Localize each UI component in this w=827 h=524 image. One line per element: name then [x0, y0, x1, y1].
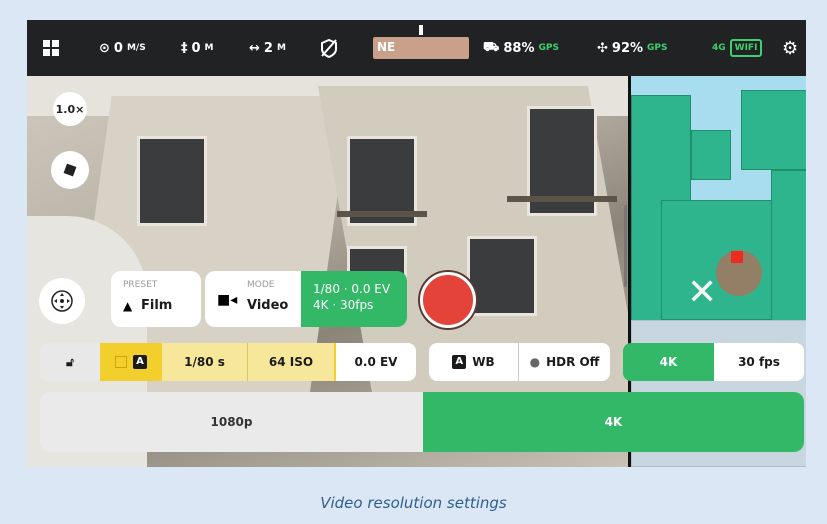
compass-strip: NE — [373, 25, 469, 59]
resolution-selector: 1080p 4K — [40, 392, 804, 452]
network-status: 4G WIFI — [712, 20, 763, 76]
top-status-bar: ⊙ 0M/S ‡ 0M ↔ 2M NE ⛟ 88% GPS ✣ 92% GPS — [27, 20, 806, 76]
drone-icon: ✕ — [687, 272, 718, 313]
resolution-setting[interactable]: 4K — [623, 343, 714, 381]
altitude-readout: ‡ 0M — [181, 40, 214, 56]
framerate-setting[interactable]: 30 fps — [714, 343, 804, 381]
gimbal-tilt-icon[interactable] — [51, 151, 89, 189]
preset-card[interactable]: PRESET ▲ Film — [111, 271, 201, 327]
controller-status: ⛟ 88% GPS — [483, 39, 559, 56]
record-button[interactable] — [420, 272, 476, 328]
shutter-setting[interactable]: 1/80 s — [162, 343, 248, 381]
panel-divider-handle[interactable] — [624, 205, 627, 287]
mode-card[interactable]: ■◂ MODE Video — [205, 271, 301, 327]
speed-readout: ⊙ 0 M/S — [99, 40, 146, 56]
distance-readout: ↔ 2M — [249, 40, 286, 56]
iso-setting[interactable]: 64 ISO — [248, 343, 334, 381]
lock-button[interactable]: 🔓︎ — [40, 343, 100, 381]
hdr-button[interactable]: ● HDR Off — [519, 343, 610, 381]
distance-icon: ↔ — [249, 40, 260, 56]
altitude-icon: ‡ — [181, 40, 188, 56]
turtle-icon: ▲ — [123, 299, 133, 313]
resolution-option-4k[interactable]: 4K — [423, 392, 804, 452]
speed-icon: ⊙ — [99, 40, 110, 56]
zoom-button[interactable]: 1.0× — [53, 92, 87, 126]
joystick-icon[interactable] — [39, 278, 85, 324]
controller-icon: ⛟ — [483, 39, 500, 55]
settings-gear-icon[interactable]: ⚙ — [782, 20, 798, 76]
figure-caption: Video resolution settings — [320, 494, 507, 512]
grid-menu-icon[interactable] — [42, 20, 60, 76]
obstacle-avoidance-off-icon[interactable] — [319, 20, 339, 76]
resolution-option-1080p[interactable]: 1080p — [40, 392, 423, 452]
hdr-icon: ● — [529, 355, 541, 369]
drone-battery-icon: ✣ — [597, 40, 608, 56]
unlock-icon: 🔓︎ — [66, 354, 74, 369]
ev-setting[interactable]: 0.0 EV — [334, 343, 416, 381]
white-balance-button[interactable]: A WB — [429, 343, 519, 381]
exposure-auto-button[interactable]: A — [100, 343, 162, 381]
mode-stats[interactable]: 1/80 · 0.0 EV 4K · 30fps — [301, 271, 407, 327]
video-camera-icon: ■◂ — [217, 292, 238, 308]
drone-status: ✣ 92% GPS — [597, 40, 668, 56]
app-screen: ✕ ⊙ 0 M/S ‡ 0M ↔ 2M NE ⛟ 88% GPS ✣ 92% G… — [27, 20, 806, 467]
map-position-marker — [731, 251, 743, 263]
